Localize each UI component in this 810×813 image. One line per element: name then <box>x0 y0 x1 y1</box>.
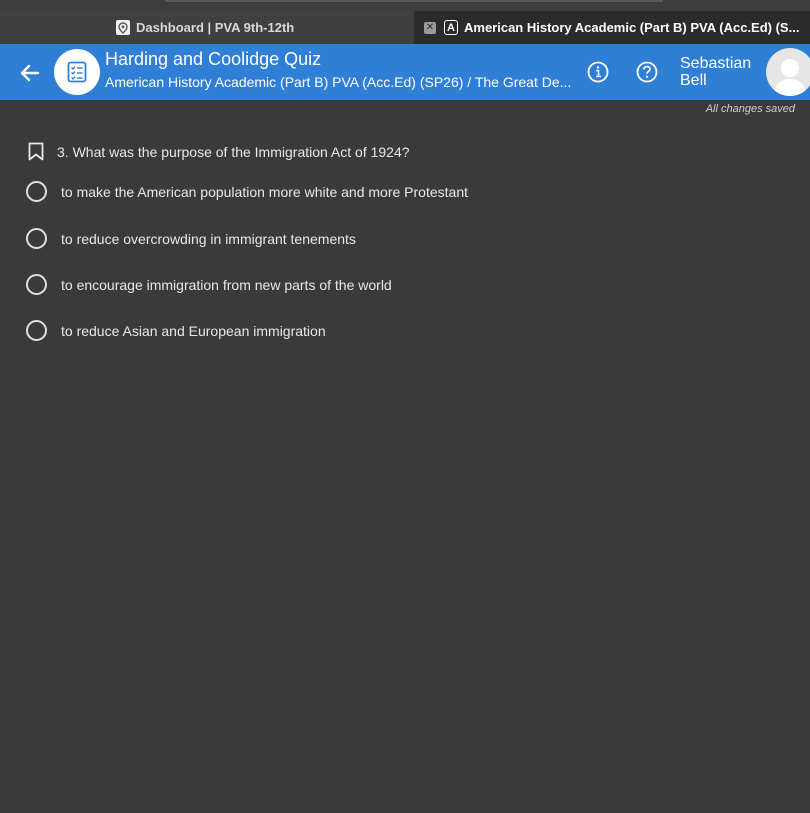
question-text: 3. What was the purpose of the Immigrati… <box>57 143 410 160</box>
tab-american-history[interactable]: ✕ A American History Academic (Part B) P… <box>414 11 810 44</box>
save-status: All changes saved <box>705 103 795 115</box>
user-first-name: Sebastian <box>680 55 752 72</box>
quiz-badge <box>54 49 100 95</box>
avatar[interactable] <box>766 48 810 96</box>
answer-option-text: to reduce Asian and European immigration <box>61 322 326 339</box>
pin-icon <box>116 20 130 35</box>
answer-option[interactable]: to encourage immigration from new parts … <box>26 274 392 295</box>
back-arrow-icon[interactable] <box>18 61 42 85</box>
person-icon <box>774 59 806 96</box>
checklist-icon <box>67 61 87 83</box>
browser-tab-bar: Dashboard | PVA 9th-12th ✕ A American Hi… <box>0 11 810 44</box>
info-icon[interactable] <box>587 61 609 83</box>
answer-option[interactable]: to reduce Asian and European immigration <box>26 320 326 341</box>
radio-button[interactable] <box>26 181 47 202</box>
tab-label: Dashboard | PVA 9th-12th <box>136 20 295 35</box>
browser-top-strip <box>0 0 810 11</box>
tab-dashboard[interactable]: Dashboard | PVA 9th-12th <box>0 11 413 44</box>
answer-option-text: to reduce overcrowding in immigrant tene… <box>61 230 356 247</box>
a-icon: A <box>444 20 458 35</box>
answer-option-text: to encourage immigration from new parts … <box>61 276 392 293</box>
bookmark-icon[interactable] <box>28 142 44 161</box>
course-breadcrumb[interactable]: American History Academic (Part B) PVA (… <box>105 74 571 90</box>
radio-button[interactable] <box>26 320 47 341</box>
scroll-indicator <box>165 0 663 2</box>
quiz-title: Harding and Coolidge Quiz <box>105 49 322 69</box>
tab-label: American History Academic (Part B) PVA (… <box>464 20 800 35</box>
radio-button[interactable] <box>26 274 47 295</box>
user-last-name: Bell <box>680 72 707 89</box>
question: 3. What was the purpose of the Immigrati… <box>28 142 410 161</box>
help-icon[interactable] <box>636 61 658 83</box>
answer-option-text: to make the American population more whi… <box>61 183 468 200</box>
close-icon[interactable]: ✕ <box>424 21 436 34</box>
user-name[interactable]: Sebastian Bell <box>680 55 760 89</box>
quiz-header: Harding and Coolidge Quiz American Histo… <box>0 44 810 100</box>
radio-button[interactable] <box>26 228 47 249</box>
answer-option[interactable]: to make the American population more whi… <box>26 181 468 202</box>
answer-option[interactable]: to reduce overcrowding in immigrant tene… <box>26 228 356 249</box>
